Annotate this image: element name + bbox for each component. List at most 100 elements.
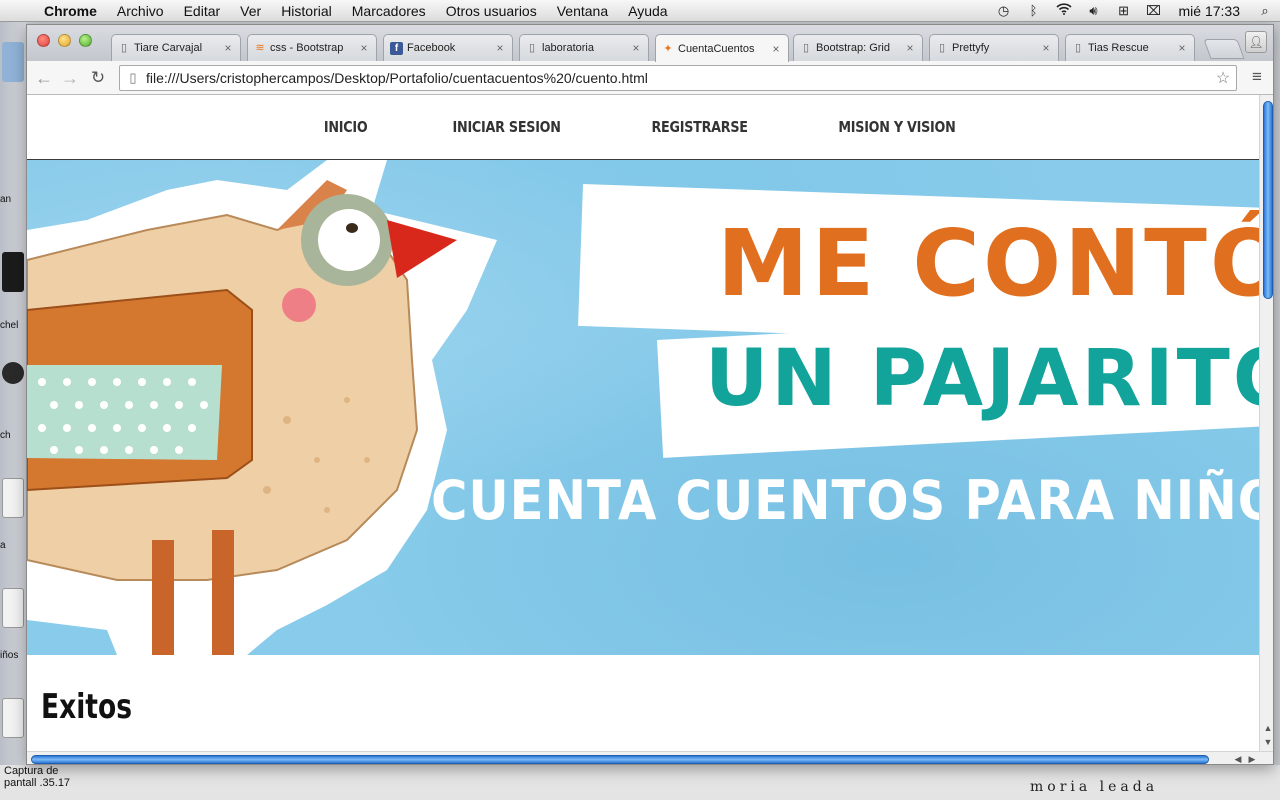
document-file-icon[interactable]	[2, 588, 24, 628]
page-icon: ▯	[938, 42, 946, 54]
tab-facebook[interactable]: f Facebook ×	[383, 34, 513, 61]
section-title-exitos: Exitos	[41, 687, 133, 727]
menu-historial[interactable]: Historial	[271, 3, 342, 19]
hero-title-line-2: UN PAJARITO	[705, 334, 1259, 424]
page-icon: ▯	[1074, 42, 1082, 54]
tab-title: Facebook	[407, 42, 456, 54]
url-text[interactable]: file:///Users/cristophercampos/Desktop/P…	[146, 70, 1210, 86]
input-source-icon[interactable]: ⊞	[1109, 3, 1139, 19]
scroll-down-arrow-icon[interactable]: ▼	[1260, 737, 1273, 747]
volume-icon[interactable]: 🔊︎	[1079, 3, 1109, 19]
spotlight-search-icon[interactable]: ⌕	[1250, 3, 1280, 19]
bluetooth-icon[interactable]: ᛒ	[1019, 3, 1049, 18]
close-tab-icon[interactable]: ×	[630, 41, 642, 55]
mac-menubar: Chrome Archivo Editar Ver Historial Marc…	[0, 0, 1280, 22]
hero-title-line-1: ME CONTÓ	[717, 210, 1259, 317]
browser-window: ▯ Tiare Carvajal × ≋ css - Bootstrap × f…	[26, 24, 1274, 765]
tab-laboratoria[interactable]: ▯ laboratoria ×	[519, 34, 649, 61]
menu-editar[interactable]: Editar	[174, 3, 231, 19]
nav-link-mision-vision[interactable]: MISION Y VISION	[838, 118, 955, 136]
page-icon: ▯	[129, 70, 137, 85]
menubar-status-area: ◷ ᛒ 🔊︎ ⊞ ⌧ mié 17:33 ⌕	[989, 0, 1280, 22]
close-tab-icon[interactable]: ×	[770, 42, 782, 56]
desktop-icon-label: chel	[0, 320, 19, 331]
desktop-icon-label: a	[0, 540, 6, 551]
bookmark-star-icon[interactable]: ☆	[1210, 68, 1236, 88]
desktop-icon-label: ch	[0, 430, 11, 441]
screenshot-file-icon[interactable]	[2, 698, 24, 738]
stackoverflow-icon: ≋	[255, 42, 265, 54]
bird-illustration	[27, 160, 497, 655]
close-tab-icon[interactable]: ×	[222, 41, 234, 55]
tab-css-bootstrap[interactable]: ≋ css - Bootstrap ×	[247, 34, 377, 61]
image-file-icon[interactable]	[2, 362, 24, 384]
facebook-icon: f	[390, 41, 403, 55]
scroll-left-arrow-icon[interactable]: ◀	[1231, 752, 1245, 764]
window-controls	[37, 34, 92, 47]
hamburger-menu-icon[interactable]: ≡	[1247, 67, 1267, 87]
tab-cuentacuentos[interactable]: ✦ CuentaCuentos ×	[655, 34, 789, 62]
tab-tias-rescue[interactable]: ▯ Tias Rescue ×	[1065, 34, 1195, 61]
close-tab-icon[interactable]: ×	[358, 41, 370, 55]
close-tab-icon[interactable]: ×	[494, 41, 506, 55]
nav-link-inicio[interactable]: INICIO	[324, 118, 368, 136]
tab-title: Prettyfy	[952, 42, 990, 54]
scroll-right-arrow-icon[interactable]: ▶	[1245, 752, 1259, 764]
page-icon: ▯	[528, 42, 536, 54]
tab-bootstrap-grid[interactable]: ▯ Bootstrap: Grid ×	[793, 34, 923, 61]
image-file-icon[interactable]	[2, 252, 24, 292]
tab-title: Tias Rescue	[1088, 42, 1149, 54]
tab-title: Tiare Carvajal	[134, 42, 203, 54]
time-machine-icon[interactable]: ◷	[989, 3, 1019, 19]
folder-icon[interactable]	[2, 42, 24, 82]
battery-icon[interactable]: ⌧	[1139, 3, 1169, 19]
document-file-icon[interactable]	[2, 478, 24, 518]
vertical-scrollbar[interactable]: ▲ ▼	[1259, 95, 1273, 751]
scroll-up-arrow-icon[interactable]: ▲	[1260, 723, 1273, 733]
wallpaper-handwriting: moria leada	[1030, 779, 1159, 795]
vertical-scroll-thumb[interactable]	[1263, 101, 1273, 299]
menu-ver[interactable]: Ver	[230, 3, 271, 19]
menu-otros-usuarios[interactable]: Otros usuarios	[436, 3, 547, 19]
profile-icon[interactable]: 👤︎	[1245, 31, 1267, 53]
horizontal-scrollbar[interactable]: ◀ ▶	[27, 751, 1273, 764]
menu-chrome[interactable]: Chrome	[38, 3, 107, 19]
desktop-icon-label: an	[0, 194, 12, 205]
tab-prettyfy[interactable]: ▯ Prettyfy ×	[929, 34, 1059, 61]
page-icon: ▯	[802, 42, 810, 54]
close-tab-icon[interactable]: ×	[904, 41, 916, 55]
nav-link-registrarse[interactable]: REGISTRARSE	[651, 118, 747, 136]
hero-subtitle: CUENTA CUENTOS PARA NIÑOS	[431, 469, 1259, 532]
page-viewport: INICIO INICIAR SESION REGISTRARSE MISION…	[27, 95, 1259, 751]
desktop-icons-strip: an chel ch a iños	[0, 22, 26, 800]
close-tab-icon[interactable]: ×	[1176, 41, 1188, 55]
tab-title: css - Bootstrap	[270, 42, 344, 54]
nav-link-iniciar-sesion[interactable]: INICIAR SESION	[453, 118, 561, 136]
hero-banner: ME CONTÓ UN PAJARITO CUENTA CUENTOS PARA…	[27, 160, 1259, 655]
close-window-button[interactable]	[37, 34, 50, 47]
tab-title: laboratoria	[542, 42, 594, 54]
address-bar[interactable]: ▯ file:///Users/cristophercampos/Desktop…	[119, 65, 1237, 91]
menu-marcadores[interactable]: Marcadores	[342, 3, 436, 19]
back-arrow-icon[interactable]: ←	[33, 67, 55, 89]
forward-arrow-icon[interactable]: →	[59, 67, 81, 89]
zoom-window-button[interactable]	[79, 34, 92, 47]
tab-tiare-carvajal[interactable]: ▯ Tiare Carvajal ×	[111, 34, 241, 61]
horizontal-scroll-thumb[interactable]	[31, 755, 1209, 764]
minimize-window-button[interactable]	[58, 34, 71, 47]
reload-icon[interactable]: ↻	[87, 67, 109, 89]
menu-ayuda[interactable]: Ayuda	[618, 3, 677, 19]
wifi-icon[interactable]	[1049, 3, 1079, 18]
bird-icon: ✦	[663, 42, 673, 55]
new-tab-button[interactable]	[1203, 39, 1245, 59]
caption-line: Captura de	[4, 765, 59, 777]
menu-archivo[interactable]: Archivo	[107, 3, 174, 19]
desktop-wallpaper-bottom: Captura de pantall .35.17 moria leada	[0, 765, 1280, 800]
menu-ventana[interactable]: Ventana	[547, 3, 618, 19]
menubar-clock[interactable]: mié 17:33	[1169, 3, 1250, 19]
tab-title: CuentaCuentos	[678, 42, 755, 55]
close-tab-icon[interactable]: ×	[1040, 41, 1052, 55]
desktop-icon-label: iños	[0, 650, 19, 661]
desktop-file-caption: Captura de pantall .35.17	[4, 765, 70, 789]
tab-strip: ▯ Tiare Carvajal × ≋ css - Bootstrap × f…	[27, 25, 1273, 62]
